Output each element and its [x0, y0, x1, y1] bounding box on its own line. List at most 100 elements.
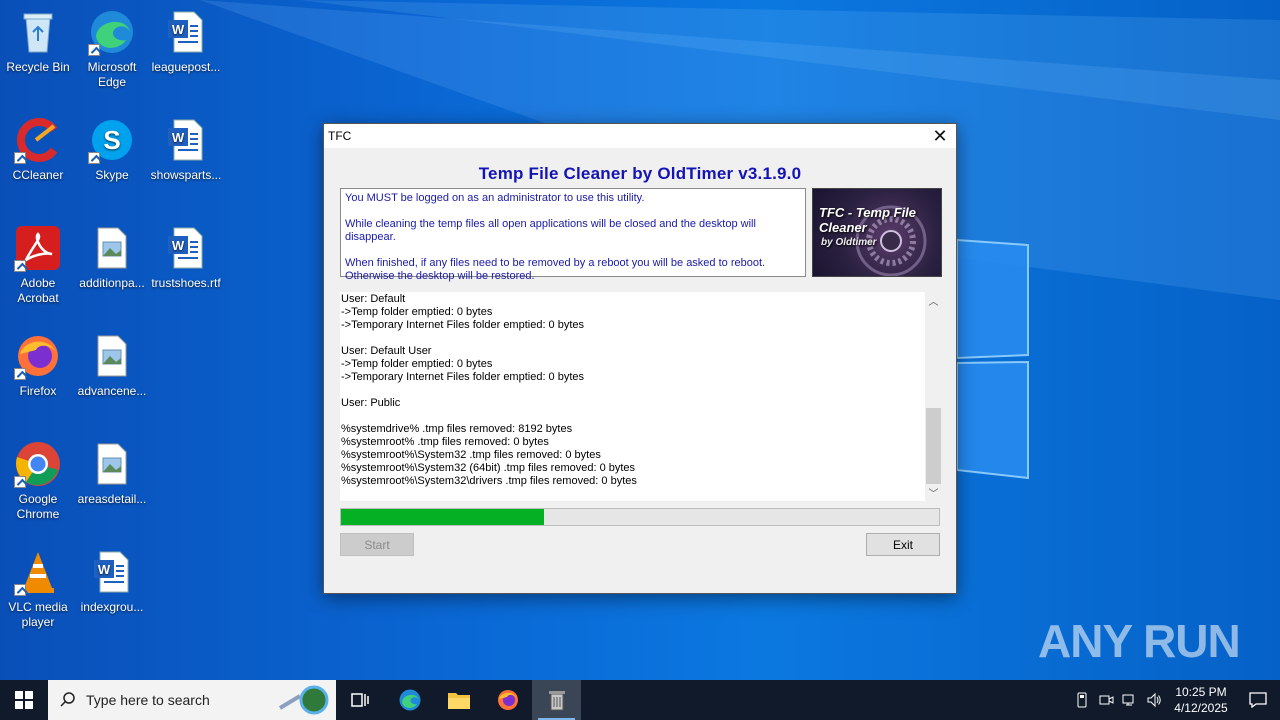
svg-text:W: W	[172, 238, 185, 253]
desktop-icon-label: indexgrou...	[80, 600, 144, 614]
desktop-icon-vlc[interactable]: VLC media player	[0, 548, 76, 630]
desktop-icon-showsparts[interactable]: W showsparts...	[148, 116, 224, 183]
network-icon[interactable]	[1118, 680, 1142, 720]
desktop-icon-label: Google Chrome	[16, 492, 60, 521]
trash-can-icon	[548, 691, 565, 711]
log-text: User: Default ->Temp folder emptied: 0 by…	[340, 292, 925, 501]
task-view-button[interactable]	[336, 680, 385, 720]
scroll-up-arrow-icon[interactable]: ︿	[925, 292, 942, 309]
ccleaner-icon	[14, 116, 62, 164]
notification-icon	[1249, 692, 1267, 708]
taskbar: Type here to search 10:25 PM 4/12/2025	[0, 680, 1280, 720]
word-document-icon: W	[162, 116, 210, 164]
folder-icon	[447, 693, 470, 709]
desktop-icon-label: Firefox	[19, 384, 57, 398]
desktop-icon-additionpa[interactable]: additionpa...	[74, 224, 150, 291]
desktop-icon-label: Recycle Bin	[6, 60, 70, 74]
tfc-logo: TFC - Temp File Cleaner by Oldtimer	[812, 188, 942, 277]
log-line: %systemroot% .tmp files removed: 0 bytes	[341, 436, 549, 448]
start-button[interactable]: Start	[340, 533, 414, 556]
system-tray: 10:25 PM 4/12/2025	[1070, 680, 1280, 720]
volume-icon[interactable]	[1142, 680, 1166, 720]
edge-icon	[399, 689, 420, 711]
log-line: ->Temporary Internet Files folder emptie…	[341, 371, 585, 383]
close-icon: ✕	[932, 125, 948, 146]
desktop-icon-label: Adobe Acrobat	[17, 276, 59, 305]
scroll-down-arrow-icon[interactable]: ﹀	[925, 484, 942, 501]
log-line: ->Temp folder emptied: 0 bytes	[341, 358, 493, 370]
log-line: %systemdrive% .tmp files removed: 8192 b…	[341, 423, 573, 435]
info-line: When finished, if any files need to be r…	[345, 257, 766, 269]
chrome-icon	[14, 440, 62, 488]
log-line: ->Temporary Internet Files folder emptie…	[341, 319, 585, 331]
meet-now-icon[interactable]	[1094, 680, 1118, 720]
svg-text:W: W	[172, 22, 185, 37]
taskbar-edge[interactable]	[385, 680, 434, 720]
vlc-icon	[14, 548, 62, 596]
exit-button[interactable]: Exit	[866, 533, 940, 556]
desktop-icon-label: trustshoes.rtf	[151, 276, 221, 290]
desktop-icon-label: showsparts...	[150, 168, 222, 182]
desktop-icon-skype[interactable]: S Skype	[74, 116, 150, 183]
start-menu-button[interactable]	[0, 680, 48, 720]
desktop-icon-label: leaguepost...	[151, 60, 221, 74]
progress-fill	[341, 509, 545, 525]
info-box: You MUST be logged on as an administrato…	[340, 188, 806, 282]
image-file-icon	[88, 224, 136, 272]
desktop-icon-firefox[interactable]: Firefox	[0, 332, 76, 399]
desktop-icon-chrome[interactable]: Google Chrome	[0, 440, 76, 522]
log-line: User: Default	[341, 293, 406, 305]
window-titlebar[interactable]: TFC ✕	[324, 124, 956, 148]
usb-icon[interactable]	[1070, 680, 1094, 720]
firefox-icon	[497, 690, 518, 710]
desktop-icon-label: VLC media player	[8, 600, 68, 629]
word-document-icon: W	[162, 224, 210, 272]
taskbar-firefox[interactable]	[483, 680, 532, 720]
taskbar-search-box[interactable]: Type here to search	[48, 680, 336, 720]
search-highlight-icon	[270, 682, 330, 720]
clock-time: 10:25 PM	[1175, 685, 1227, 699]
svg-text:W: W	[172, 130, 185, 145]
info-line: While cleaning the temp files all open a…	[345, 218, 756, 243]
acrobat-icon	[14, 224, 62, 272]
log-line: User: Public	[341, 397, 401, 409]
desktop-icon-indexgrou[interactable]: W indexgrou...	[74, 548, 150, 615]
desktop-icon-edge[interactable]: Microsoft Edge	[74, 8, 150, 90]
log-area[interactable]: User: Default ->Temp folder emptied: 0 by…	[340, 292, 942, 501]
svg-text:W: W	[98, 562, 111, 577]
desktop-icon-recycle-bin[interactable]: Recycle Bin	[0, 8, 76, 75]
window-title: TFC	[328, 129, 352, 143]
desktop-icon-areasdetail[interactable]: areasdetail...	[74, 440, 150, 507]
clock-date: 4/12/2025	[1174, 701, 1228, 715]
desktop-icon-acrobat[interactable]: Adobe Acrobat	[0, 224, 76, 306]
scroll-thumb[interactable]	[926, 408, 941, 484]
watermark-text: ANY RUN	[1038, 615, 1241, 667]
desktop-icon-trustshoes[interactable]: W trustshoes.rtf	[148, 224, 224, 291]
desktop-icon-ccleaner[interactable]: CCleaner	[0, 116, 76, 183]
taskbar-file-explorer[interactable]	[434, 680, 483, 720]
desktop-icon-label: Skype	[95, 168, 129, 182]
desktop-icon-leaguepost[interactable]: W leaguepost...	[148, 8, 224, 75]
tfc-window: TFC ✕ Temp File Cleaner by OldTimer v3.1…	[323, 123, 957, 594]
skype-icon: S	[88, 116, 136, 164]
word-document-icon: W	[88, 548, 136, 596]
log-line: %systemroot%\System32\drivers .tmp files…	[341, 475, 637, 487]
log-line: User: Default User	[341, 345, 432, 357]
notifications-button[interactable]	[1236, 680, 1280, 720]
log-scrollbar[interactable]: ︿ ﹀	[925, 292, 942, 501]
search-placeholder: Type here to search	[86, 692, 210, 708]
recycle-bin-icon	[14, 8, 62, 56]
desktop-icon-label: areasdetail...	[77, 492, 147, 506]
logo-title: TFC - Temp File Cleaner	[819, 205, 917, 235]
clock[interactable]: 10:25 PM 4/12/2025	[1166, 684, 1236, 716]
close-button[interactable]: ✕	[924, 124, 956, 148]
image-file-icon	[88, 332, 136, 380]
app-title: Temp File Cleaner by OldTimer v3.1.9.0	[478, 164, 802, 183]
taskbar-tfc[interactable]	[532, 680, 581, 720]
logo-subtitle: by Oldtimer	[821, 237, 877, 248]
progress-bar	[340, 508, 940, 526]
desktop-icon-advancene[interactable]: advancene...	[74, 332, 150, 399]
desktop-icon-label: additionpa...	[79, 276, 145, 290]
